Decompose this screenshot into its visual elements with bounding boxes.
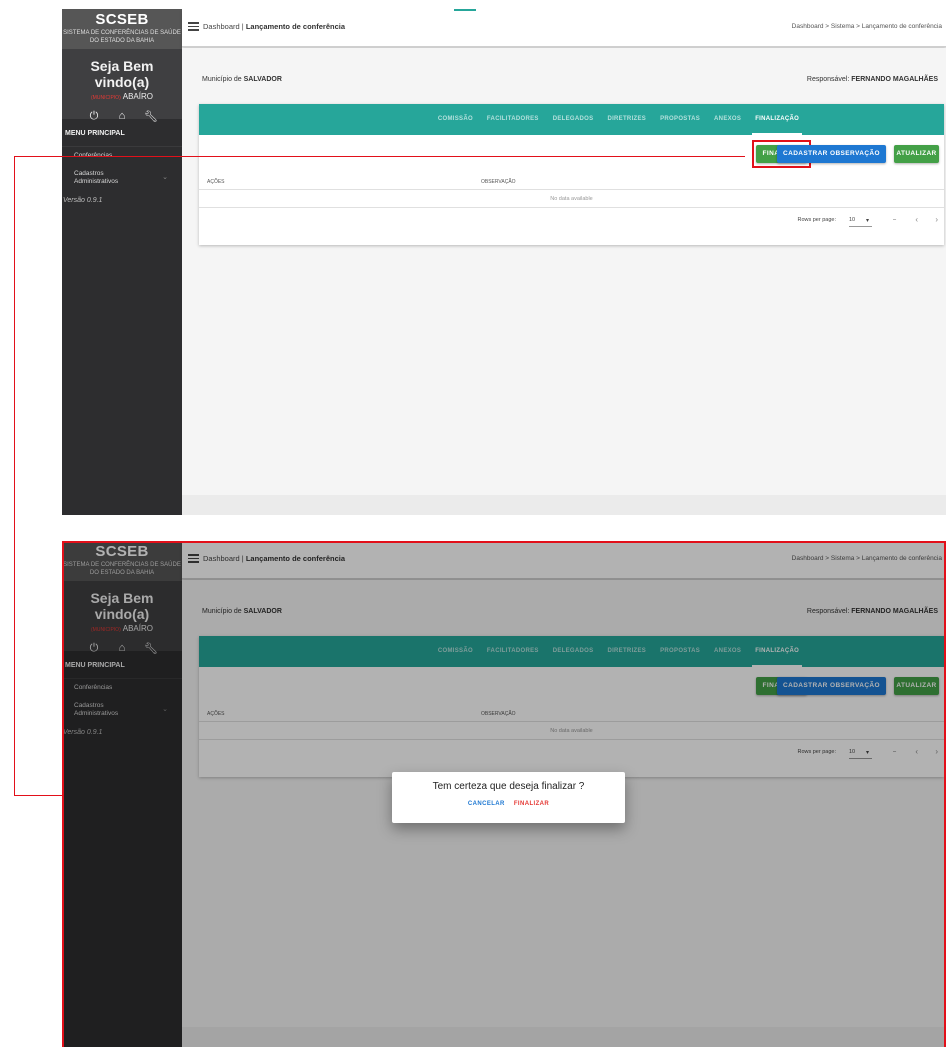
caret-down-icon: ▾: [865, 218, 869, 224]
brand: SCSEB SISTEMA DE CONFERÊNCIAS DE SAÚDE D…: [62, 9, 182, 49]
welcome-title: Seja Bem vindo(a): [90, 58, 154, 90]
chevron-right-icon[interactable]: ›: [935, 215, 938, 224]
rows-per-page-label: Rows per page:: [797, 217, 836, 223]
version-label: Versão 0.9.1: [63, 197, 103, 204]
dialog-actions: CANCELAR FINALIZAR: [392, 801, 625, 807]
responsavel-label: Responsável: FERNANDO MAGALHÃES: [807, 76, 938, 83]
brand-subtitle: SISTEMA DE CONFERÊNCIAS DE SAÚDE DO ESTA…: [63, 30, 181, 44]
responsavel-prefix: Responsável:: [806, 76, 852, 83]
confirm-dialog: Tem certeza que deseja finalizar ? CANCE…: [392, 772, 625, 823]
table-footer: Rows per page: 10 ▾ – ‹ ›: [199, 208, 944, 234]
cancel-button[interactable]: CANCELAR: [468, 801, 505, 807]
action-bar: FINALIZAR CADASTRAR OBSERVAÇÃO ATUALIZAR: [199, 135, 944, 172]
tab-delegados[interactable]: DELEGADOS: [553, 104, 594, 135]
atualizar-button[interactable]: ATUALIZAR: [894, 145, 939, 163]
tab-anexos[interactable]: ANEXOS: [714, 104, 741, 135]
column-observacao[interactable]: OBSERVAÇÃO: [481, 179, 516, 185]
cadastrar-observacao-button[interactable]: CADASTRAR OBSERVAÇÃO: [777, 145, 886, 163]
topbar: Dashboard | Lançamento de conferência Da…: [182, 9, 946, 47]
sidebar-item-cadastros[interactable]: Cadastros Administrativos ⌄: [62, 164, 182, 191]
breadcrumb: Dashboard > Sistema > Lançamento de conf…: [791, 23, 942, 30]
header-title: Dashboard | Lançamento de conferência: [203, 22, 345, 31]
page-title: Lançamento de conferência: [245, 22, 346, 31]
municipio-prefix: Município de: [202, 76, 244, 83]
chevron-left-icon[interactable]: ‹: [915, 215, 918, 224]
welcome-panel: Seja Bem vindo(a) (municipio) ABAÍRO ⏻ ⌂ …: [62, 49, 182, 123]
connector-line: [14, 156, 745, 157]
tab-finalizacao[interactable]: FINALIZAÇÃO: [752, 104, 803, 135]
user-role-tag: (municipio): [91, 95, 121, 101]
dialog-title: Tem certeza que deseja finalizar ?: [432, 781, 585, 792]
brand-title: SCSEB: [95, 11, 149, 28]
tab-facilitadores[interactable]: FACILITADORES: [487, 104, 539, 135]
main-content: Município de SALVADOR Responsável: FERNA…: [182, 48, 946, 495]
chevron-down-icon: ⌄: [162, 174, 168, 181]
confirm-finalizar-button[interactable]: FINALIZAR: [514, 801, 549, 807]
empty-table-message: No data available: [199, 190, 944, 208]
screen-before: SCSEB SISTEMA DE CONFERÊNCIAS DE SAÚDE D…: [62, 9, 946, 515]
home-icon[interactable]: ⌂: [116, 110, 128, 123]
tab-diretrizes[interactable]: DIRETRIZES: [607, 104, 646, 135]
sidebar-item-label: Cadastros Administrativos: [74, 170, 119, 185]
table-header: AÇÕES OBSERVAÇÃO: [199, 172, 944, 190]
user-info: (municipio) ABAÍRO: [62, 92, 182, 101]
user-name: ABAÍRO: [122, 92, 153, 101]
responsavel-value: FERNANDO MAGALHÃES: [851, 76, 938, 83]
municipio-label: Município de SALVADOR: [202, 76, 282, 83]
dashboard-link[interactable]: Dashboard |: [203, 22, 244, 31]
wrench-icon[interactable]: 🔧︎: [144, 110, 158, 123]
power-icon[interactable]: ⏻: [88, 110, 100, 123]
connector-line: [14, 795, 63, 796]
column-acoes[interactable]: AÇÕES: [207, 179, 225, 185]
page-range: –: [892, 217, 896, 223]
menu-icon[interactable]: [188, 22, 199, 31]
rows-per-page-select[interactable]: 10 ▾: [849, 217, 872, 227]
rows-per-page-value: 10: [849, 217, 856, 223]
top-accent: [454, 9, 476, 11]
tab-propostas[interactable]: PROPOSTAS: [660, 104, 700, 135]
connector-line: [14, 156, 15, 796]
finalizacao-card: COMISSÃO FACILITADORES DELEGADOS DIRETRI…: [199, 104, 944, 245]
menu-title: MENU PRINCIPAL: [62, 119, 182, 147]
municipio-value: SALVADOR: [243, 76, 282, 83]
tab-comissao[interactable]: COMISSÃO: [438, 104, 473, 135]
sidebar: SCSEB SISTEMA DE CONFERÊNCIAS DE SAÚDE D…: [62, 9, 182, 515]
screen-after: SCSEB SISTEMA DE CONFERÊNCIAS DE SAÚDE D…: [62, 541, 946, 1047]
tab-bar: COMISSÃO FACILITADORES DELEGADOS DIRETRI…: [199, 104, 944, 135]
